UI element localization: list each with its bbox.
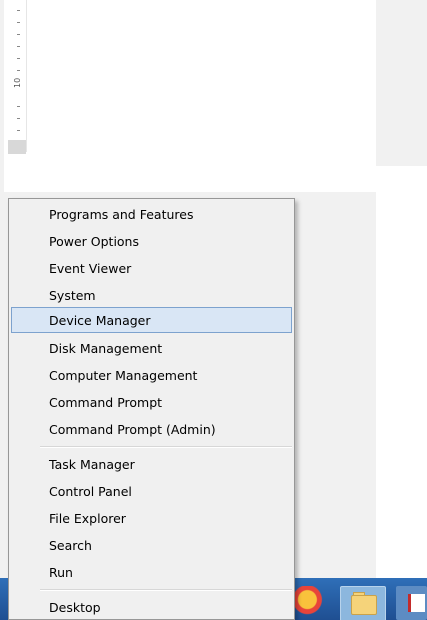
pdf-icon[interactable] bbox=[396, 586, 427, 620]
document-page bbox=[4, 0, 376, 192]
document-page-right bbox=[376, 166, 427, 584]
vertical-ruler: 10 bbox=[8, 0, 27, 152]
menu-item-computer-management[interactable]: Computer Management bbox=[11, 362, 292, 388]
menu-item-file-explorer[interactable]: File Explorer bbox=[11, 505, 292, 531]
menu-item-system[interactable]: System bbox=[11, 282, 292, 308]
menu-item-device-manager[interactable]: Device Manager bbox=[11, 307, 292, 333]
file-explorer-icon[interactable] bbox=[340, 586, 386, 620]
menu-item-search[interactable]: Search bbox=[11, 532, 292, 558]
menu-item-disk-management[interactable]: Disk Management bbox=[11, 335, 292, 361]
menu-separator bbox=[40, 589, 292, 591]
folder-shape bbox=[351, 595, 377, 615]
menu-item-event-viewer[interactable]: Event Viewer bbox=[11, 255, 292, 281]
ruler-number: 10 bbox=[13, 77, 22, 88]
power-user-menu: Programs and Features Power Options Even… bbox=[8, 198, 295, 620]
ruler-tick bbox=[17, 118, 20, 119]
ruler-tick bbox=[17, 58, 20, 59]
chrome-icon[interactable] bbox=[292, 586, 336, 620]
screen: 10 Programs and Features Power Options E… bbox=[0, 0, 427, 620]
menu-item-power-options[interactable]: Power Options bbox=[11, 228, 292, 254]
ruler-tick bbox=[17, 34, 20, 35]
menu-item-programs-and-features[interactable]: Programs and Features bbox=[11, 201, 292, 227]
menu-item-task-manager[interactable]: Task Manager bbox=[11, 451, 292, 477]
pdf-shape bbox=[408, 594, 425, 612]
menu-separator bbox=[40, 446, 292, 448]
menu-item-desktop[interactable]: Desktop bbox=[11, 594, 292, 620]
menu-item-command-prompt[interactable]: Command Prompt bbox=[11, 389, 292, 415]
menu-item-run[interactable]: Run bbox=[11, 559, 292, 585]
document-background bbox=[376, 0, 427, 150]
ruler-tick bbox=[17, 70, 20, 71]
menu-item-control-panel[interactable]: Control Panel bbox=[11, 478, 292, 504]
ruler-tick bbox=[17, 10, 20, 11]
ruler-tick bbox=[17, 130, 20, 131]
ruler-tick bbox=[17, 46, 20, 47]
ruler-margin bbox=[8, 140, 26, 154]
ruler-tick bbox=[17, 22, 20, 23]
ruler-tick bbox=[17, 106, 20, 107]
menu-item-command-prompt-admin[interactable]: Command Prompt (Admin) bbox=[11, 416, 292, 442]
